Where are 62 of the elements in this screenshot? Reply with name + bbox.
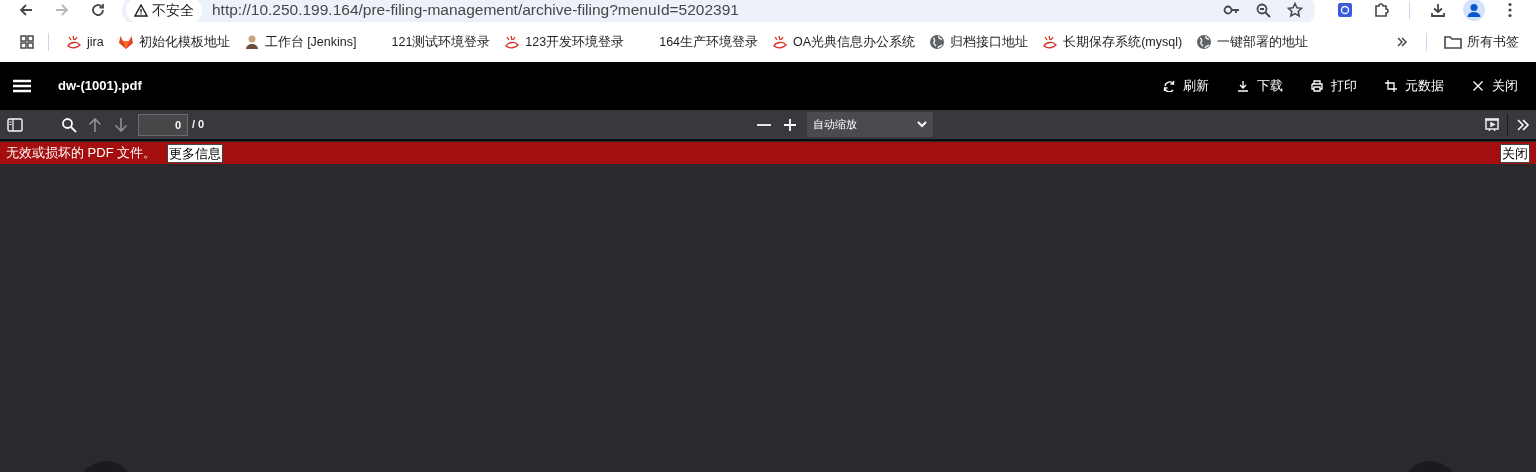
header-action[interactable]: 打印 — [1301, 76, 1367, 96]
more-info-button[interactable]: 更多信息 — [167, 143, 224, 163]
bookmark[interactable]: 123开发环境登录 — [497, 28, 632, 56]
star-icon — [1287, 2, 1303, 18]
puzzle-icon — [1373, 2, 1389, 18]
error-message: 无效或损坏的 PDF 文件。 — [6, 144, 157, 163]
down-arrow-icon — [113, 116, 129, 133]
header-action[interactable]: 关闭 — [1462, 76, 1528, 96]
person-icon — [243, 34, 260, 50]
minus-icon — [756, 123, 771, 126]
up-arrow-icon — [87, 116, 103, 133]
page-count: / 0 — [192, 117, 205, 133]
swirl-icon — [504, 34, 521, 50]
bookmark[interactable]: 121测试环境登录 — [363, 28, 498, 56]
warning-icon — [134, 3, 148, 17]
bookmark[interactable]: 工作台 [Jenkins] — [236, 28, 364, 56]
bookmark[interactable]: OA光典信息办公系统 — [765, 28, 923, 56]
swirl-icon — [772, 34, 789, 50]
presentation-icon — [1484, 116, 1500, 133]
url-text: http://10.250.199.164/pre-filing-management/archive-filing?menuId=5202391 — [212, 0, 740, 21]
folder-icon — [1444, 35, 1462, 49]
sidebar-icon — [7, 116, 23, 133]
close-icon — [1472, 80, 1484, 92]
globe-icon — [929, 34, 946, 50]
header-action[interactable]: 刷新 — [1153, 76, 1219, 96]
bookmark[interactable]: jira — [59, 28, 111, 56]
refresh-icon — [1163, 80, 1175, 92]
page-number-field[interactable]: 0 — [138, 113, 188, 136]
fox-icon — [117, 34, 134, 50]
forward-icon — [54, 2, 70, 18]
printer-icon — [1311, 80, 1323, 92]
swirl-icon — [1042, 34, 1059, 50]
grid-icon — [20, 35, 34, 49]
close-button[interactable]: 关闭 — [1500, 143, 1530, 163]
all-bookmarks[interactable]: 所有书签 — [1437, 28, 1526, 56]
zoom-select[interactable]: 自动缩放 — [806, 112, 933, 137]
bookmark[interactable]: 长期保存系统(mysql) — [1035, 28, 1190, 56]
chevron-down-icon — [916, 121, 927, 128]
header-action[interactable]: 下载 — [1227, 76, 1293, 96]
double-chevron-icon — [1515, 116, 1531, 133]
plus-icon — [781, 116, 798, 133]
header-action[interactable]: 元数据 — [1375, 76, 1454, 96]
chevrons-icon — [1396, 36, 1408, 48]
swirl-icon — [66, 34, 82, 50]
back-icon — [18, 2, 34, 18]
menu-icon — [13, 79, 31, 93]
download-icon — [1237, 80, 1249, 92]
download-icon — [1430, 2, 1446, 18]
security-chip[interactable]: 不安全 — [126, 0, 202, 22]
bookmark[interactable]: 164生产环境登录 — [631, 28, 766, 56]
document-title: dw-(1001).pdf — [58, 77, 142, 96]
avatar-icon — [1463, 0, 1485, 21]
globe-icon — [1196, 34, 1213, 50]
search-icon — [61, 116, 77, 133]
address-bar[interactable]: 不安全 http://10.250.199.164/pre-filing-management/archive-filing?menuId=5202391 — [122, 0, 1315, 22]
zoom-icon — [1255, 2, 1271, 18]
bookmark[interactable]: 归档接口地址 — [922, 28, 1036, 56]
bookmark[interactable]: 初始化模板地址 — [110, 28, 237, 56]
kebab-icon — [1508, 2, 1512, 18]
bookmark[interactable]: 一键部署的地址 — [1189, 28, 1316, 56]
crop-icon — [1385, 80, 1397, 92]
reload-icon — [90, 2, 106, 18]
